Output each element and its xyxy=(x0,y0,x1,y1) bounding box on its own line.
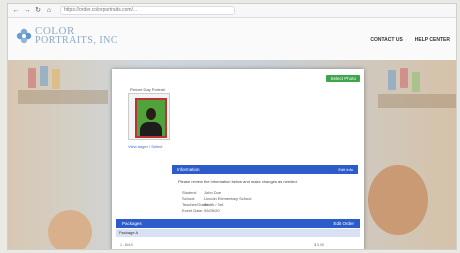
book xyxy=(412,72,420,92)
package-strip[interactable]: Package A xyxy=(116,229,360,237)
edit-order-link[interactable]: Edit Order xyxy=(333,221,354,226)
bookshelf xyxy=(18,90,108,104)
portrait-thumbnail[interactable] xyxy=(128,93,170,140)
portrait-face xyxy=(146,108,156,120)
logo-text: COLOR PORTRAITS, INC xyxy=(35,26,118,46)
child-photo-left xyxy=(48,210,92,249)
photo-caption: Picture Day Portrait xyxy=(130,87,165,92)
forward-icon[interactable]: → xyxy=(23,7,31,15)
select-photo-button[interactable]: Select Photo xyxy=(326,75,360,82)
logo-line-2: PORTRAITS, INC xyxy=(35,35,119,46)
back-icon[interactable]: ← xyxy=(12,7,20,15)
book xyxy=(40,66,48,86)
bookshelf xyxy=(378,94,456,108)
student-info: Student: John Doe School: Lincoln Elementa… xyxy=(182,190,251,214)
info-value: Lincoln Elementary School xyxy=(204,196,252,201)
packages-bar-title: Packages xyxy=(122,221,142,226)
order-modal: Select Photo Picture Day Portrait View l… xyxy=(112,69,364,249)
child-photo-right xyxy=(368,165,428,235)
browser-window: ← → ↻ ⌂ https://order.colorportraits.com… xyxy=(8,4,456,249)
info-label: Event Date: xyxy=(182,208,203,213)
home-icon[interactable]: ⌂ xyxy=(45,7,53,15)
nav-contact-us[interactable]: CONTACT US xyxy=(370,37,402,43)
site-header: COLOR PORTRAITS, INC CONTACT US HELP CEN… xyxy=(8,18,456,60)
info-value: 09/25/20 xyxy=(204,208,220,213)
book xyxy=(28,68,36,88)
packages-bar: Packages Edit Order xyxy=(116,219,360,228)
nav-help-center[interactable]: HELP CENTER xyxy=(415,37,450,43)
book xyxy=(388,70,396,90)
information-bar: Information Edit Info xyxy=(172,165,358,174)
portrait-shoulders xyxy=(140,122,162,136)
book xyxy=(400,68,408,88)
browser-toolbar: ← → ↻ ⌂ https://order.colorportraits.com… xyxy=(8,4,456,18)
package-item: 1 - 8x10 xyxy=(120,243,133,247)
info-value: John Doe xyxy=(204,190,222,195)
information-bar-title: Information xyxy=(177,167,200,172)
info-value: Smith / 3rd xyxy=(204,202,224,207)
info-row: Event Date:09/25/20 xyxy=(182,208,251,214)
book xyxy=(52,69,60,89)
logo-flower-icon xyxy=(16,28,32,44)
info-instructions: Please review the information below and … xyxy=(178,179,298,184)
reload-icon[interactable]: ↻ xyxy=(34,7,42,15)
top-nav: CONTACT US HELP CENTER xyxy=(370,37,450,43)
portrait-image xyxy=(135,98,167,138)
photo-link[interactable]: View larger / Select xyxy=(128,144,162,149)
company-logo[interactable]: COLOR PORTRAITS, INC xyxy=(16,26,118,46)
address-bar[interactable]: https://order.colorportraits.com/... xyxy=(60,6,235,15)
package-price: $ 0.00 xyxy=(314,243,324,247)
edit-info-link[interactable]: Edit Info xyxy=(338,167,353,172)
